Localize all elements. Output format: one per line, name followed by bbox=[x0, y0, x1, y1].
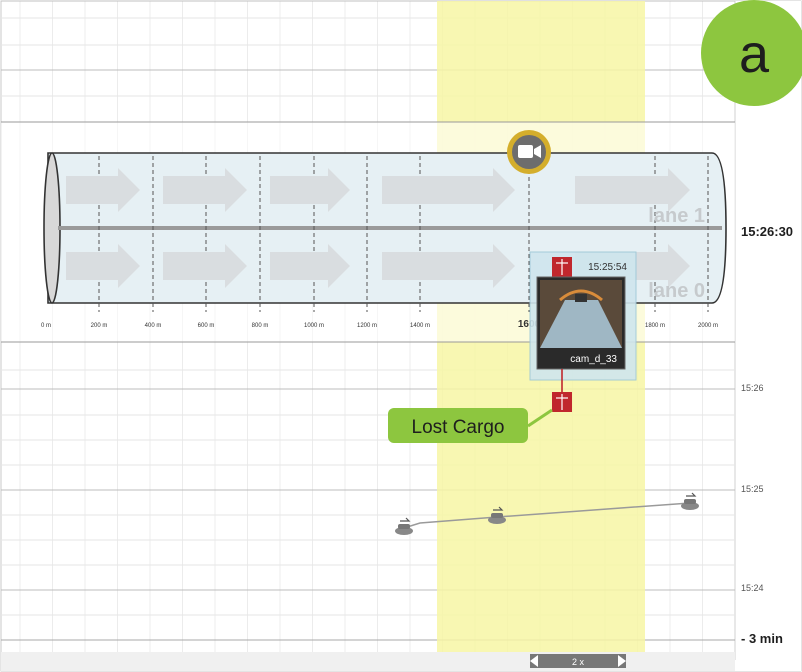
distance-tick-label: 1200 m bbox=[357, 323, 377, 329]
distance-tick-label: 800 m bbox=[252, 323, 269, 329]
distance-tick-label: 1000 m bbox=[304, 323, 324, 329]
popup-timestamp: 15:25:54 bbox=[588, 262, 627, 273]
cargo-box-icon bbox=[552, 392, 572, 412]
camera-id-label: cam_d_33 bbox=[570, 354, 617, 365]
distance-tick-label: 200 m bbox=[91, 323, 108, 329]
lost-cargo-marker[interactable] bbox=[552, 392, 572, 412]
distance-tick-label: 0 m bbox=[41, 323, 51, 329]
zoom-label: 2 x bbox=[572, 657, 585, 667]
distance-tick-label: 2000 m bbox=[698, 323, 718, 329]
distance-tick-label: 1800 m bbox=[645, 323, 665, 329]
time-range-label: - 3 min bbox=[741, 631, 783, 646]
event-label[interactable]: Lost Cargo bbox=[388, 408, 528, 443]
panel-label: a bbox=[739, 24, 770, 84]
distance-tick-label: 400 m bbox=[145, 323, 162, 329]
camera-marker[interactable] bbox=[507, 130, 551, 174]
cargo-box-icon bbox=[552, 257, 572, 277]
distance-tick-label: 1400 m bbox=[410, 323, 430, 329]
event-label-text: Lost Cargo bbox=[412, 417, 505, 438]
camera-thumbnail[interactable]: cam_d_33 bbox=[536, 276, 626, 370]
lane-label-0: lane 0 bbox=[648, 280, 705, 302]
time-tick-1524: 15:24 bbox=[741, 583, 764, 593]
camera-popup[interactable]: 15:25:54 cam_d_33 bbox=[529, 251, 637, 381]
distance-tick-label: 600 m bbox=[198, 323, 215, 329]
time-tick-1526: 15:26 bbox=[741, 383, 764, 393]
lane-label-1: lane 1 bbox=[648, 205, 705, 227]
time-tick-1525: 15:25 bbox=[741, 484, 764, 494]
timeline-view: lane 1 lane 0 0 m 200 m 400 m 600 m 800 m 100… bbox=[0, 0, 802, 672]
zoom-control[interactable]: 2 x bbox=[530, 654, 626, 668]
tunnel-entrance bbox=[43, 152, 61, 304]
current-time-label: 15:26:30 bbox=[741, 224, 793, 239]
thumbnail-vehicle bbox=[575, 294, 587, 302]
